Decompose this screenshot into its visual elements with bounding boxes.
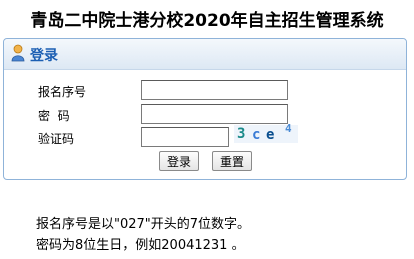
reset-button[interactable]: 重置 <box>212 151 252 171</box>
registration-number-label: 报名序号 <box>38 85 87 99</box>
login-panel: 登录 报名序号 密 码 验证码 3 c e 4 登录 重置 <box>3 38 407 180</box>
captcha-image[interactable]: 3 c e 4 <box>234 122 298 143</box>
captcha-char: e <box>266 127 275 143</box>
captcha-char: c <box>252 127 261 143</box>
password-input[interactable] <box>141 104 288 124</box>
captcha-char: 4 <box>285 122 292 135</box>
password-label: 密 码 <box>38 109 70 123</box>
login-button[interactable]: 登录 <box>159 151 199 171</box>
panel-header: 登录 <box>4 39 406 70</box>
registration-number-input[interactable] <box>141 80 288 100</box>
captcha-input[interactable] <box>141 127 229 147</box>
user-icon <box>11 44 25 62</box>
captcha-char: 3 <box>237 126 246 142</box>
panel-title: 登录 <box>30 48 58 64</box>
page-title: 青岛二中院士港分校2020年自主招生管理系统 <box>30 11 384 31</box>
note-password-format: 密码为8位生日，例如20041231 。 <box>36 238 245 253</box>
captcha-label: 验证码 <box>38 132 75 146</box>
note-registration-format: 报名序号是以"027"开头的7位数字。 <box>36 217 251 232</box>
